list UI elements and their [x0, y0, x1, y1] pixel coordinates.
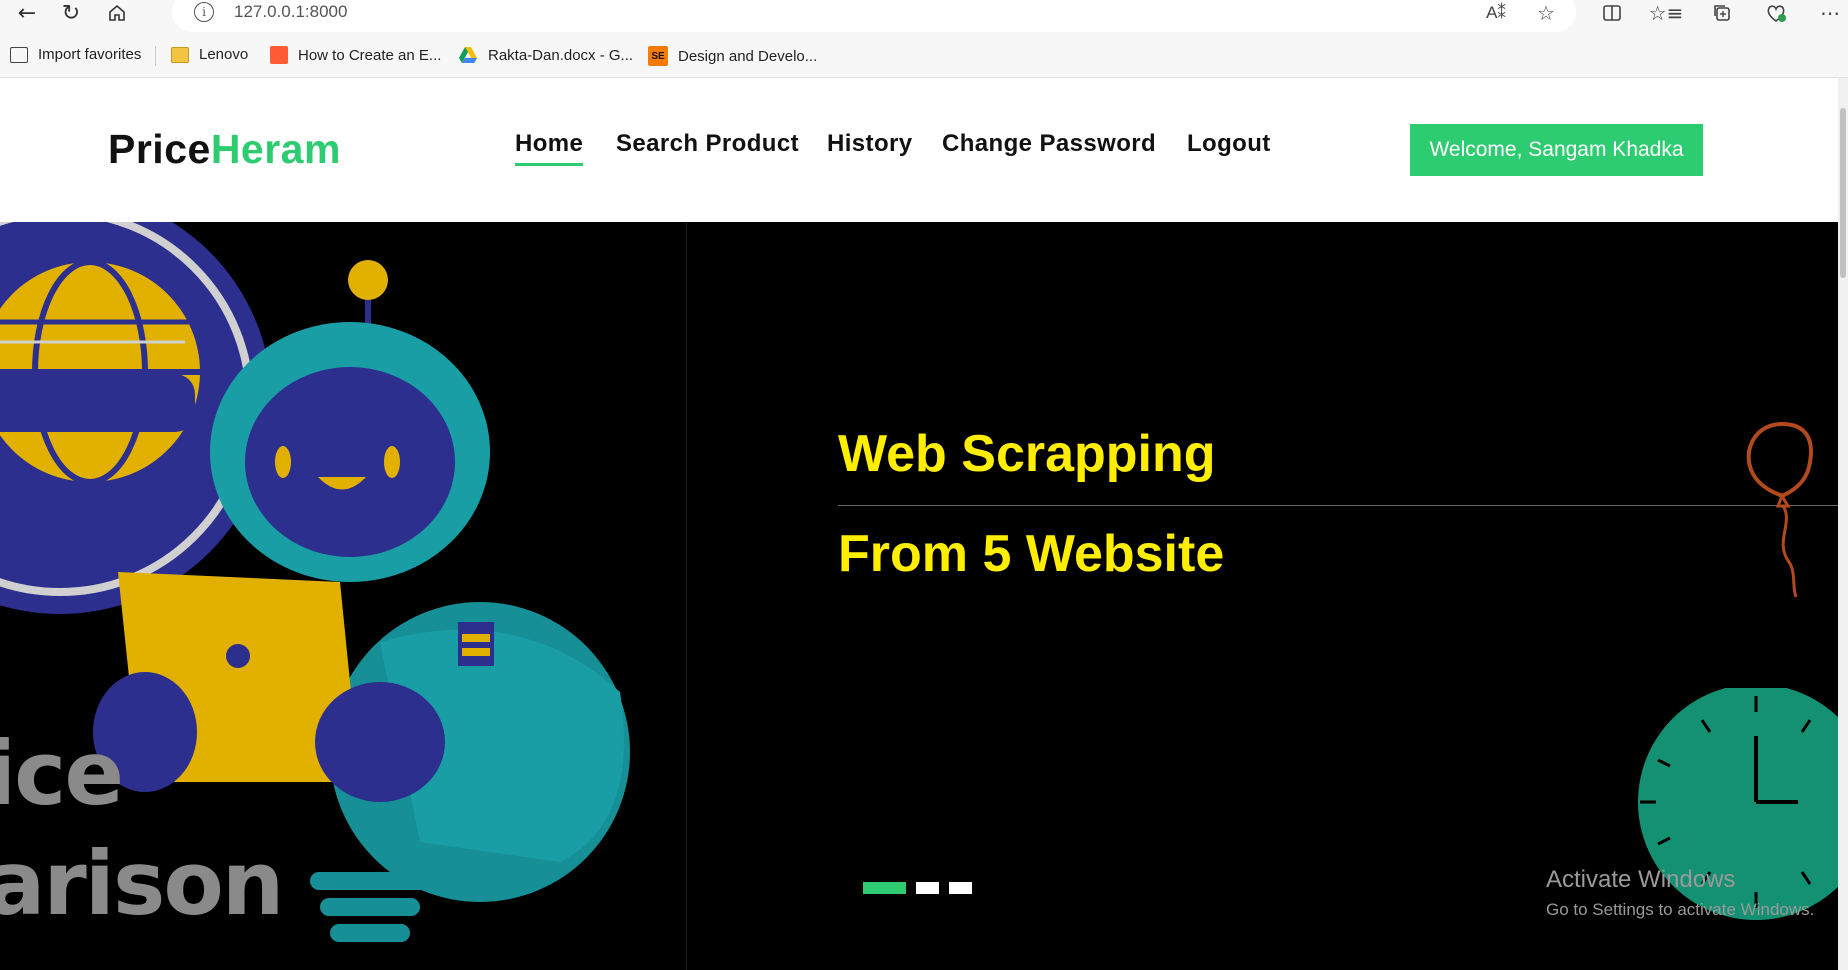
slider-indicators [863, 882, 972, 894]
hero-title-line-1: Web Scrapping [838, 425, 1216, 483]
hero-divider [686, 222, 687, 970]
folder-icon [171, 46, 189, 63]
nav-search-product[interactable]: Search Product [616, 130, 799, 158]
se-icon: SE [648, 46, 668, 66]
favorites-list-icon[interactable]: ☆≡ [1649, 0, 1684, 26]
favorites-divider [155, 46, 156, 66]
favorite-label: How to Create an E... [298, 46, 442, 64]
nav-change-password[interactable]: Change Password [942, 130, 1156, 158]
split-screen-icon[interactable] [1598, 0, 1626, 26]
favorite-label: Lenovo [199, 46, 249, 63]
balloon-icon [1746, 422, 1813, 598]
favorite-star-icon[interactable]: ☆ [1532, 0, 1560, 26]
favorite-label: Import favorites [38, 46, 142, 63]
activate-windows-title: Activate Windows [1546, 866, 1736, 893]
address-bar[interactable] [172, 0, 1576, 32]
nav-logout[interactable]: Logout [1187, 130, 1271, 158]
logo-part-2: Heram [210, 126, 341, 172]
site-info-icon[interactable]: i [194, 2, 214, 22]
nav-home[interactable]: Home [515, 130, 584, 166]
illustration-text-1: ice [0, 722, 124, 825]
favorite-design[interactable]: SE Design and Develo... [648, 46, 817, 66]
site-logo[interactable]: PriceHeram [108, 126, 341, 173]
favorite-label: Rakta-Dan.docx - G... [488, 46, 634, 64]
refresh-icon[interactable]: ↻ [56, 0, 86, 26]
favorite-google-drive[interactable]: Rakta-Dan.docx - G... [458, 46, 633, 64]
url-text[interactable]: 127.0.0.1:8000 [234, 2, 347, 22]
favorite-import[interactable]: Import favorites [10, 46, 141, 63]
illustration-text-2: arison [0, 832, 284, 935]
slide-indicator-1[interactable] [863, 882, 906, 894]
hero-slider: ice arison Web Scrapping From 5 Website … [0, 222, 1838, 970]
slide-indicator-3[interactable] [949, 882, 972, 894]
back-arrow-icon[interactable]: ← [12, 0, 42, 26]
hero-title-line-2: From 5 Website [838, 525, 1225, 583]
browser-essentials-icon[interactable] [1762, 0, 1790, 26]
site-header: PriceHeram Home Search Product History C… [0, 78, 1848, 222]
hero-rule [838, 505, 1838, 506]
collections-icon[interactable] [1708, 0, 1736, 26]
read-aloud-icon[interactable]: A⁑ [1482, 0, 1510, 26]
slide-indicator-2[interactable] [916, 882, 939, 894]
favorite-label: Design and Develo... [678, 47, 818, 65]
nav-history[interactable]: History [827, 130, 913, 158]
favorites-bar: Import favorites Lenovo How to Create an… [0, 34, 1848, 78]
welcome-button[interactable]: Welcome, Sangam Khadka [1410, 124, 1703, 176]
more-menu-icon[interactable]: ⋯ [1816, 0, 1844, 26]
import-icon [10, 46, 28, 63]
home-icon[interactable] [102, 0, 132, 26]
scrollbar-thumb[interactable] [1840, 108, 1846, 278]
logo-part-1: Price [108, 126, 211, 172]
google-drive-icon [459, 47, 477, 63]
favorite-hubspot[interactable]: How to Create an E... [270, 46, 441, 64]
activate-windows-subtitle: Go to Settings to activate Windows. [1546, 900, 1815, 919]
browser-toolbar: ← ↻ i 127.0.0.1:8000 A⁑ ☆ ☆≡ ⋯ [0, 0, 1848, 34]
hubspot-icon [270, 46, 288, 64]
favorite-lenovo[interactable]: Lenovo [171, 46, 248, 63]
